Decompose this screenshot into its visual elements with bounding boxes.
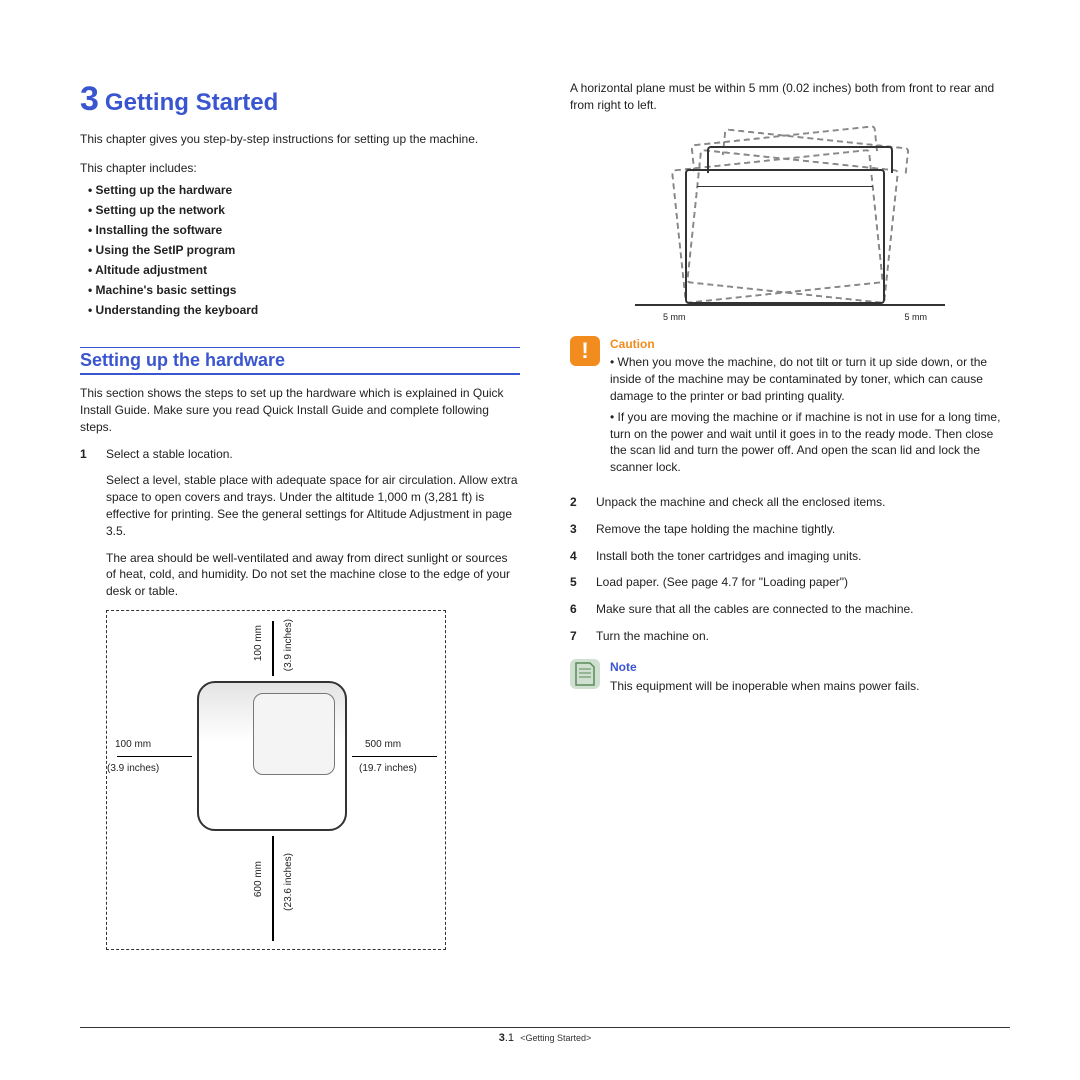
toc-item: Setting up the hardware — [88, 183, 520, 197]
step-paragraph: Select a level, stable place with adequa… — [106, 472, 520, 539]
chapter-title: Getting Started — [105, 89, 278, 116]
step-number: 7 — [570, 628, 582, 645]
step-4: 4 Install both the toner cartridges and … — [570, 548, 1010, 565]
chapter-intro: This chapter gives you step-by-step inst… — [80, 131, 520, 147]
caution-icon — [570, 336, 600, 366]
toc-item: Altitude adjustment — [88, 263, 520, 277]
dim-right-in: (19.7 inches) — [359, 763, 417, 775]
step-text: Unpack the machine and check all the enc… — [596, 494, 886, 511]
note-callout: Note This equipment will be inoperable w… — [570, 659, 1010, 695]
footer-page: .1 — [505, 1032, 514, 1044]
step-number: 2 — [570, 494, 582, 511]
chapter-number: 3 — [80, 80, 99, 118]
note-title: Note — [610, 659, 1010, 676]
step-number: 1 — [80, 446, 92, 463]
toc-item: Machine's basic settings — [88, 283, 520, 297]
dim-top-mm: 100 mm — [253, 625, 265, 661]
step-number: 3 — [570, 521, 582, 538]
clearance-diagram: 100 mm (3.9 inches) 100 mm (3.9 inches) … — [106, 610, 446, 950]
dim-bottom-in: (23.6 inches) — [283, 853, 295, 911]
chapter-toc: Setting up the hardware Setting up the n… — [88, 183, 520, 317]
step-5: 5 Load paper. (See page 4.7 for "Loading… — [570, 574, 1010, 591]
dim-right-mm: 500 mm — [365, 739, 401, 751]
caution-item: If you are moving the machine or if mach… — [610, 409, 1010, 476]
printer-front-view-icon — [685, 169, 885, 304]
step-text: Make sure that all the cables are connec… — [596, 601, 914, 618]
step-text: Install both the toner cartridges and im… — [596, 548, 862, 565]
step-number: 4 — [570, 548, 582, 565]
step-text: Turn the machine on. — [596, 628, 709, 645]
step-6: 6 Make sure that all the cables are conn… — [570, 601, 1010, 618]
caution-title: Caution — [610, 336, 1010, 353]
chapter-heading: 3Getting Started — [80, 80, 520, 119]
step-2: 2 Unpack the machine and check all the e… — [570, 494, 1010, 511]
step-7: 7 Turn the machine on. — [570, 628, 1010, 645]
toc-item: Using the SetIP program — [88, 243, 520, 257]
dim-left-mm: 100 mm — [115, 739, 151, 751]
step-text: Select a stable location. — [106, 446, 233, 463]
includes-label: This chapter includes: — [80, 161, 520, 175]
toc-item: Installing the software — [88, 223, 520, 237]
caution-item: When you move the machine, do not tilt o… — [610, 354, 1010, 404]
step-number: 6 — [570, 601, 582, 618]
step-text: Remove the tape holding the machine tigh… — [596, 521, 835, 538]
dim-left-in: (3.9 inches) — [107, 763, 159, 775]
caution-callout: Caution When you move the machine, do no… — [570, 336, 1010, 480]
footer-crumb: <Getting Started> — [520, 1033, 591, 1043]
printer-top-view-icon — [197, 681, 347, 831]
tilt-label-right: 5 mm — [905, 312, 928, 322]
dim-bottom-mm: 600 mm — [253, 861, 265, 897]
section-intro: This section shows the steps to set up t… — [80, 385, 520, 435]
tilt-label-left: 5 mm — [663, 312, 686, 322]
toc-item: Setting up the network — [88, 203, 520, 217]
page-footer: 3.1 <Getting Started> — [80, 1027, 1010, 1044]
section-heading: Setting up the hardware — [80, 347, 520, 375]
step-number: 5 — [570, 574, 582, 591]
tilt-intro: A horizontal plane must be within 5 mm (… — [570, 80, 1010, 114]
step-text: Load paper. (See page 4.7 for "Loading p… — [596, 574, 848, 591]
step-1: 1 Select a stable location. — [80, 446, 520, 463]
dim-top-in: (3.9 inches) — [283, 619, 295, 671]
note-icon — [570, 659, 600, 689]
section-title: Setting up the hardware — [80, 350, 520, 371]
toc-item: Understanding the keyboard — [88, 303, 520, 317]
tilt-diagram: 5 mm 5 mm — [635, 124, 945, 324]
note-text: This equipment will be inoperable when m… — [610, 678, 1010, 695]
step-paragraph: The area should be well-ventilated and a… — [106, 550, 520, 600]
step-3: 3 Remove the tape holding the machine ti… — [570, 521, 1010, 538]
